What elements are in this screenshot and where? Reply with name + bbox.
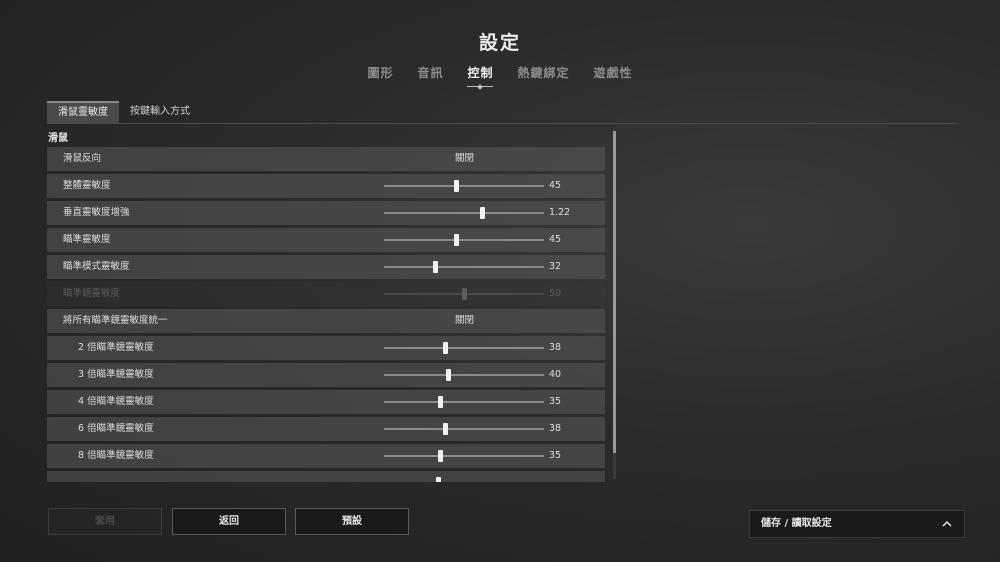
section-label-mouse: 滑鼠 (48, 133, 68, 144)
scrollbar[interactable] (613, 131, 616, 479)
slider-track[interactable] (384, 450, 544, 462)
tab-graphics[interactable]: 圖形 (355, 64, 405, 81)
setting-label: 2 倍瞄準鏡靈敏度 (78, 342, 154, 353)
settings-rows: 滑鼠反向 關閉 整體靈敏度 45 垂直靈敏度增強 1.22 瞄準靈敏度 45 瞄準模式靈敏度 32… (47, 147, 607, 482)
slider-value: 38 (549, 423, 562, 434)
tab-keybindings[interactable]: 熱鍵綁定 (506, 64, 582, 81)
slider-track (384, 288, 544, 300)
slider-value: 1.22 (549, 207, 571, 218)
toggle-value[interactable]: 關閉 (455, 147, 474, 171)
setting-row[interactable]: 滑鼠反向 關閉 (47, 147, 605, 171)
slider-value: 38 (549, 342, 562, 353)
setting-row[interactable]: 整體靈敏度 45 (47, 174, 605, 198)
setting-row[interactable]: 6 倍瞄準鏡靈敏度 38 (47, 417, 605, 441)
page-title: 設定 (478, 32, 521, 54)
tab-gameplay[interactable]: 遊戲性 (582, 64, 645, 81)
slider-handle[interactable] (454, 234, 459, 246)
setting-row[interactable]: 2 倍瞄準鏡靈敏度 38 (47, 336, 605, 360)
setting-row[interactable]: 將所有瞄準鏡靈敏度統一 關閉 (47, 309, 605, 333)
main-tabs: 圖形 音訊 控制 熱鍵綁定 遊戲性 (0, 64, 1000, 87)
setting-row[interactable]: 瞄準靈敏度 45 (47, 228, 605, 252)
default-button[interactable]: 預設 (295, 508, 409, 535)
slider-value: 45 (549, 180, 562, 191)
save-load-settings[interactable]: 儲存 / 讀取設定 (749, 510, 965, 538)
slider-handle[interactable] (479, 207, 485, 219)
scrollbar-thumb[interactable] (613, 131, 616, 453)
setting-label: 3 倍瞄準鏡靈敏度 (78, 369, 154, 380)
setting-label: 將所有瞄準鏡靈敏度統一 (63, 315, 168, 326)
slider-track[interactable] (384, 342, 544, 354)
setting-row[interactable]: 垂直靈敏度增強 1.22 (47, 201, 605, 225)
setting-label: 4 倍瞄準鏡靈敏度 (78, 396, 154, 407)
slider-handle[interactable] (438, 450, 443, 462)
setting-row[interactable] (47, 471, 605, 482)
setting-row[interactable]: 瞄準模式靈敏度 32 (47, 255, 605, 279)
chevron-up-icon (942, 520, 952, 527)
slider-value: 45 (549, 234, 562, 245)
setting-row[interactable]: 3 倍瞄準鏡靈敏度 40 (47, 363, 605, 387)
setting-row: 瞄準鏡靈敏度 50 (47, 282, 605, 306)
slider-handle[interactable] (436, 477, 442, 482)
subtab-mouse-sensitivity[interactable]: 滑鼠靈敏度 (47, 101, 119, 123)
slider-track[interactable] (384, 207, 544, 219)
setting-label: 6 倍瞄準鏡靈敏度 (78, 423, 154, 434)
slider-handle (462, 288, 467, 300)
slider-track[interactable] (384, 234, 544, 246)
setting-label: 垂直靈敏度增強 (63, 207, 130, 218)
setting-label: 瞄準模式靈敏度 (63, 261, 130, 272)
setting-label: 瞄準鏡靈敏度 (63, 288, 121, 299)
setting-label: 整體靈敏度 (63, 180, 111, 191)
slider-value: 35 (549, 450, 562, 461)
slider-track[interactable] (384, 180, 544, 192)
setting-label: 滑鼠反向 (63, 153, 102, 164)
slider-value: 32 (549, 261, 562, 272)
slider-handle[interactable] (433, 261, 439, 273)
slider-value: 50 (549, 288, 562, 299)
slider-track[interactable] (384, 423, 544, 435)
setting-row[interactable]: 4 倍瞄準鏡靈敏度 35 (47, 390, 605, 414)
slider-value: 35 (549, 396, 562, 407)
slider-handle[interactable] (442, 342, 448, 354)
setting-row[interactable]: 8 倍瞄準鏡靈敏度 35 (47, 444, 605, 468)
toggle-value[interactable]: 關閉 (455, 309, 474, 333)
save-load-label: 儲存 / 讀取設定 (761, 518, 832, 529)
slider-value: 40 (549, 369, 562, 380)
settings-panel: 滑鼠 滑鼠反向 關閉 整體靈敏度 45 垂直靈敏度增強 1.22 瞄準靈敏度 45 瞄準模式靈敏… (47, 130, 607, 482)
slider-track[interactable] (384, 369, 544, 381)
subtab-input-method[interactable]: 按鍵輸入方式 (119, 101, 201, 123)
setting-label: 瞄準靈敏度 (63, 234, 111, 245)
tab-audio[interactable]: 音訊 (405, 64, 455, 81)
back-button[interactable]: 返回 (172, 508, 286, 535)
slider-handle[interactable] (454, 180, 459, 192)
slider-handle[interactable] (442, 423, 448, 435)
slider-handle[interactable] (438, 396, 443, 408)
tab-controls[interactable]: 控制 (455, 64, 505, 87)
slider-track[interactable] (384, 396, 544, 408)
slider-track[interactable] (384, 261, 544, 273)
sub-tabs: 滑鼠靈敏度 按鍵輸入方式 (47, 101, 957, 124)
setting-label: 8 倍瞄準鏡靈敏度 (78, 450, 154, 461)
apply-button[interactable]: 套用 (48, 508, 162, 535)
slider-handle[interactable] (446, 369, 451, 381)
